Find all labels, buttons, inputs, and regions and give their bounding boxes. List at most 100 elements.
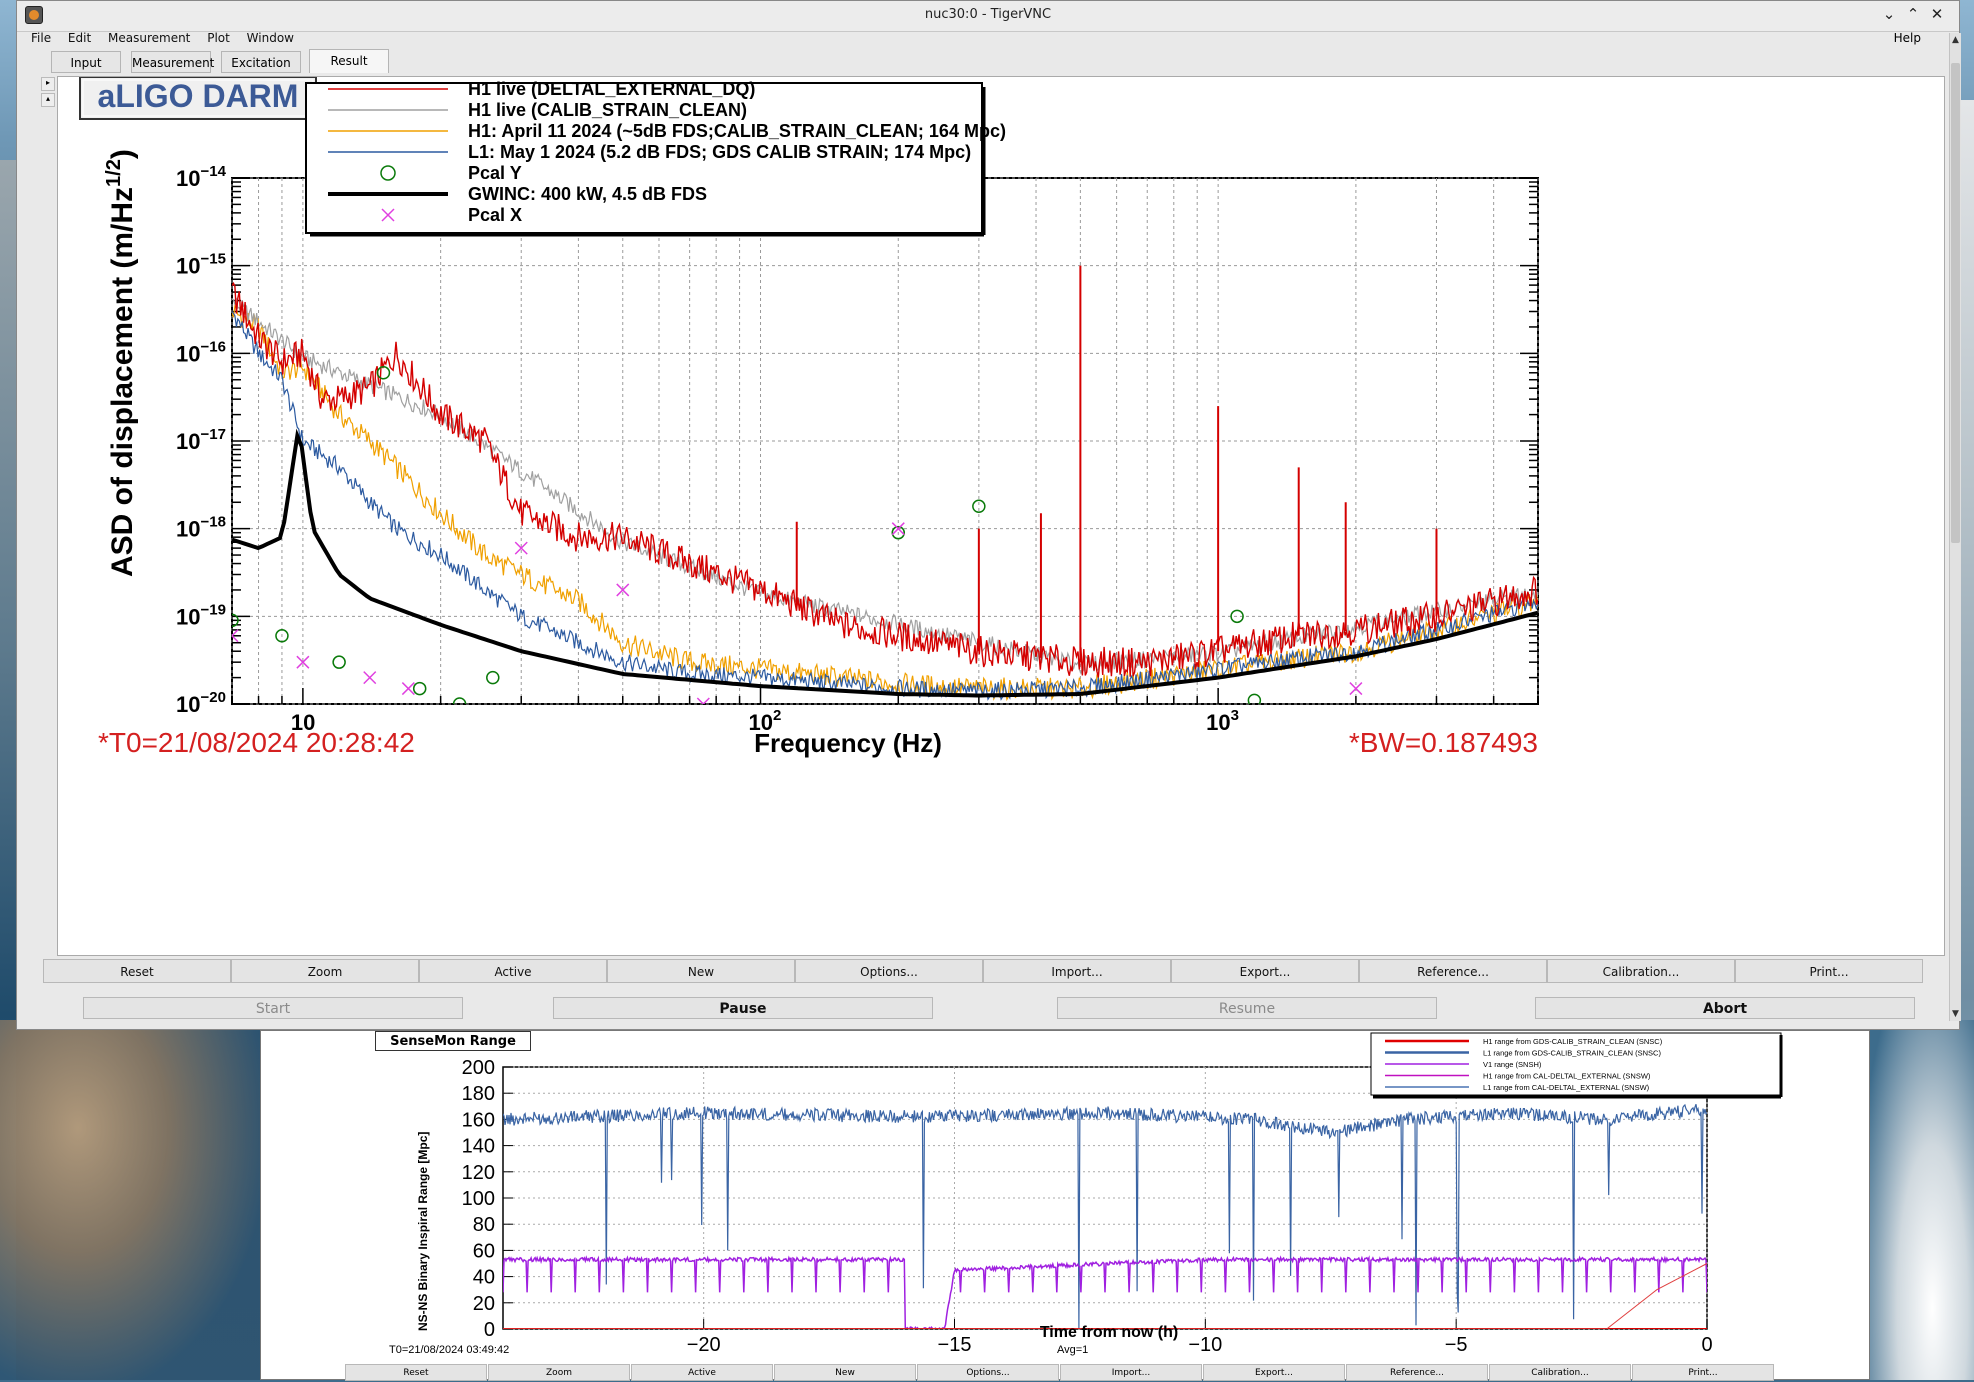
tab-result[interactable]: Result [309,49,389,73]
scroll-thumb[interactable] [1951,63,1960,543]
bw-label: *BW=0.187493 [1349,727,1538,758]
expand-arrow-icon[interactable]: ▸ [41,77,55,91]
abort-button[interactable]: Abort [1535,997,1915,1019]
range-avg-label: Avg=1 [1057,1344,1088,1356]
start-button[interactable]: Start [83,997,463,1019]
range-legend-label: L1 range from GDS-CALIB_STRAIN_CLEAN (SN… [1483,1049,1661,1058]
range-zoom-button[interactable]: Zoom [488,1364,630,1381]
menu-file[interactable]: File [31,31,51,45]
y-tick-label: 10−19 [176,601,226,629]
vnc-window: nuc30:0 - TigerVNC ⌄ ⌃ ✕ File Edit Measu… [16,0,1963,1030]
range-y-tick-label: 60 [473,1240,495,1262]
tab-measurement[interactable]: Measurement [131,51,214,73]
calibration-button[interactable]: Calibration... [1547,959,1735,983]
range-y-axis-label: NS-NS Binary Inspiral Range [Mpc] [416,1132,430,1331]
print-button[interactable]: Print... [1735,959,1923,983]
range-legend-label: V1 range (SNSH) [1483,1060,1542,1069]
scroll-down-icon[interactable]: ▼ [1950,1009,1961,1019]
range-options-button[interactable]: Options... [917,1364,1059,1381]
collapse-arrow-icon[interactable]: ▴ [41,93,55,107]
range-y-tick-labels: 0 20 40 60 80 100 120 140 160 180 200 [462,1057,495,1341]
x-tick-label: 103 [1206,707,1239,735]
menu-plot[interactable]: Plot [207,31,230,45]
y-axis-label: ASD of displacement (m/Hz1/2) [103,149,139,577]
sensemon-window: SenseMon Range 0 20 40 60 80 100 120 140 160 180 2… [260,1030,1870,1381]
range-button-row: Reset Zoom Active New Options... Import.… [345,1364,1785,1381]
zoom-button[interactable]: Zoom [231,959,419,983]
range-calibration-button[interactable]: Calibration... [1489,1364,1631,1381]
minimize-icon[interactable]: ⌄ [1879,5,1899,23]
new-button[interactable]: New [607,959,795,983]
range-legend-label: H1 range from CAL-DELTAL_EXTERNAL (SNSW) [1483,1072,1651,1081]
range-legend-label: H1 range from GDS-CALIB_STRAIN_CLEAN (SN… [1483,1037,1663,1046]
tab-excitation[interactable]: Excitation [221,51,301,73]
range-reference-button[interactable]: Reference... [1346,1364,1488,1381]
menu-bar: File Edit Measurement Plot Window [31,31,307,49]
range-x-tick-labels: −20 −15 −10 −5 0 [687,1334,1713,1356]
range-x-tick-label: −5 [1445,1334,1468,1356]
reference-button[interactable]: Reference... [1359,959,1547,983]
range-t0-label: T0=21/08/2024 03:49:42 [389,1344,509,1356]
legend: H1 live (DELTAL_EXTERNAL_DQ)H1 live (CAL… [305,79,1006,237]
y-tick-labels: 10−14 10−15 10−16 10−17 10−18 10−19 10−20 [176,163,227,717]
darm-plot-svg[interactable]: aLIGO DARM 10−1410−1510−1610−1710−1810−1… [58,76,1944,955]
legend-entry-label: H1 live (CALIB_STRAIN_CLEAN) [468,100,747,120]
range-legend-label: L1 range from CAL-DELTAL_EXTERNAL (SNSW) [1483,1083,1650,1092]
legend-entry-label: Pcal X [468,205,522,225]
tab-input[interactable]: Input [51,51,121,73]
range-reset-button[interactable]: Reset [345,1364,487,1381]
import-button[interactable]: Import... [983,959,1171,983]
legend-entry-label: L1: May 1 2024 (5.2 dB FDS; GDS CALIB ST… [468,142,971,162]
range-y-tick-label: 20 [473,1293,495,1315]
measurement-control-row: Start Pause Resume Abort [83,997,1963,1021]
range-active-button[interactable]: Active [631,1364,773,1381]
range-export-button[interactable]: Export... [1203,1364,1345,1381]
y-tick-label: 10−16 [176,338,226,366]
range-y-tick-label: 0 [484,1319,495,1341]
resume-button[interactable]: Resume [1057,997,1437,1019]
range-new-button[interactable]: New [774,1364,916,1381]
active-button[interactable]: Active [419,959,607,983]
range-legend: H1 range from GDS-CALIB_STRAIN_CLEAN (SN… [1370,1032,1783,1099]
close-icon[interactable]: ✕ [1927,5,1947,23]
range-y-tick-label: 140 [462,1136,495,1158]
options-button[interactable]: Options... [795,959,983,983]
menu-help[interactable]: Help [1894,31,1921,45]
export-button[interactable]: Export... [1171,959,1359,983]
range-x-tick-label: 0 [1701,1334,1712,1356]
range-y-tick-label: 80 [473,1214,495,1236]
range-plot-svg[interactable]: 0 20 40 60 80 100 120 140 160 180 200 −20 −15 −10 −5 0… [261,1031,1869,1363]
darm-plot-pad[interactable]: aLIGO DARM 10−14 10−15 10−16 10−17 10−18 10−1… [57,76,1945,956]
scroll-up-icon[interactable]: ▲ [1950,35,1961,45]
legend-entry-label: GWINC: 400 kW, 4.5 dB FDS [468,184,707,204]
y-tick-label: 10−20 [176,689,226,717]
menu-measurement[interactable]: Measurement [108,31,190,45]
legend-entry-label: H1 live (DELTAL_EXTERNAL_DQ) [468,79,755,99]
range-import-button[interactable]: Import... [1060,1364,1202,1381]
y-tick-label: 10−14 [176,163,227,191]
range-y-tick-label: 120 [462,1162,495,1184]
t0-label: *T0=21/08/2024 20:28:42 [98,727,415,758]
legend-entry-label: H1: April 11 2024 (~5dB FDS;CALIB_STRAIN… [468,121,1006,141]
range-x-tick-label: −10 [1188,1334,1222,1356]
reset-button[interactable]: Reset [43,959,231,983]
range-y-tick-label: 100 [462,1188,495,1210]
desktop-background-snow [1870,1020,1974,1380]
maximize-icon[interactable]: ⌃ [1903,5,1923,23]
range-print-button[interactable]: Print... [1632,1364,1774,1381]
y-tick-label: 10−17 [176,426,226,454]
range-x-tick-label: −15 [938,1334,972,1356]
range-x-tick-label: −20 [687,1334,721,1356]
y-tick-label: 10−18 [176,514,226,542]
menu-edit[interactable]: Edit [68,31,91,45]
range-y-tick-label: 40 [473,1267,495,1289]
title-bar[interactable]: nuc30:0 - TigerVNC ⌄ ⌃ ✕ [17,1,1959,32]
vertical-scrollbar[interactable]: ▲ ▼ [1949,33,1961,1021]
pad-selector: ▸ ▴ [41,77,55,109]
range-x-axis-label: Time from now (h) [1040,1324,1178,1341]
pause-button[interactable]: Pause [553,997,933,1019]
window-title: nuc30:0 - TigerVNC [924,7,1052,22]
range-y-tick-label: 180 [462,1083,495,1105]
menu-window[interactable]: Window [247,31,294,45]
y-tick-label: 10−15 [176,251,226,279]
